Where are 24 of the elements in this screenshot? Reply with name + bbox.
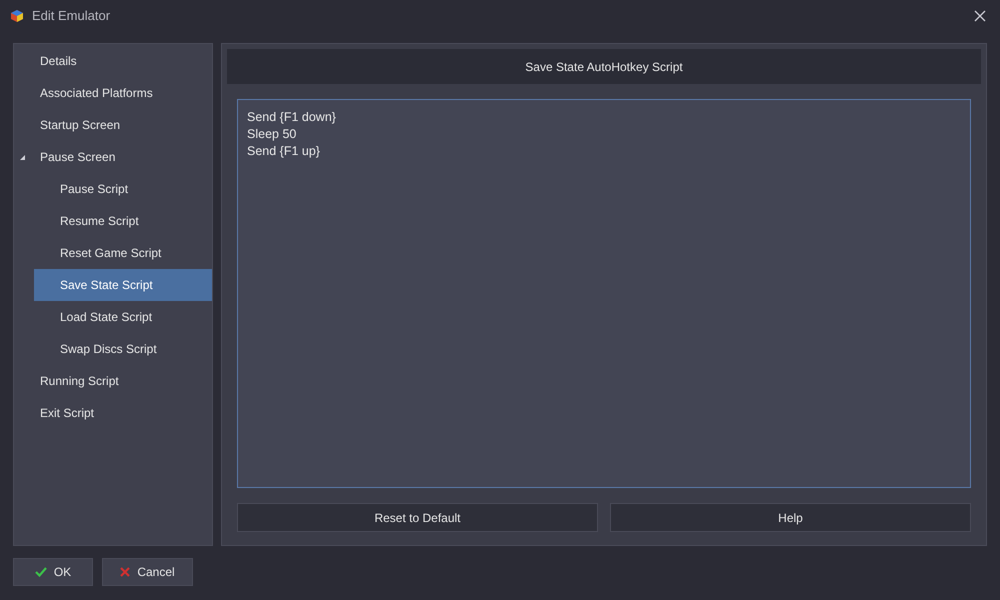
app-logo-icon — [10, 9, 24, 23]
tree-item[interactable]: Swap Discs Script — [34, 333, 212, 365]
tree-item[interactable]: Startup Screen — [14, 109, 212, 141]
script-editor[interactable]: Send {F1 down} Sleep 50 Send {F1 up} — [237, 99, 971, 488]
tree-item[interactable]: Exit Script — [14, 397, 212, 429]
tree-item[interactable]: Save State Script — [34, 269, 212, 301]
tree-item[interactable]: Reset Game Script — [34, 237, 212, 269]
cross-icon — [120, 567, 130, 577]
cancel-button[interactable]: Cancel — [102, 558, 193, 586]
ok-button[interactable]: OK — [13, 558, 93, 586]
tree-item[interactable]: Pause Screen — [14, 141, 212, 173]
checkmark-icon — [34, 567, 47, 577]
tree-item[interactable]: Resume Script — [34, 205, 212, 237]
expanded-caret-icon[interactable] — [20, 154, 25, 160]
tree-item[interactable]: Associated Platforms — [14, 77, 212, 109]
tree-item[interactable]: Load State Script — [34, 301, 212, 333]
tree-item[interactable]: Running Script — [14, 365, 212, 397]
window-title: Edit Emulator — [32, 7, 110, 26]
tree-item[interactable]: Details — [14, 45, 212, 77]
panel-header: Save State AutoHotkey Script — [227, 49, 981, 84]
panel-button[interactable]: Help — [610, 503, 971, 532]
tree-item[interactable]: Pause Script — [34, 173, 212, 205]
panel-button[interactable]: Reset to Default — [237, 503, 598, 532]
close-icon[interactable] — [974, 10, 986, 22]
